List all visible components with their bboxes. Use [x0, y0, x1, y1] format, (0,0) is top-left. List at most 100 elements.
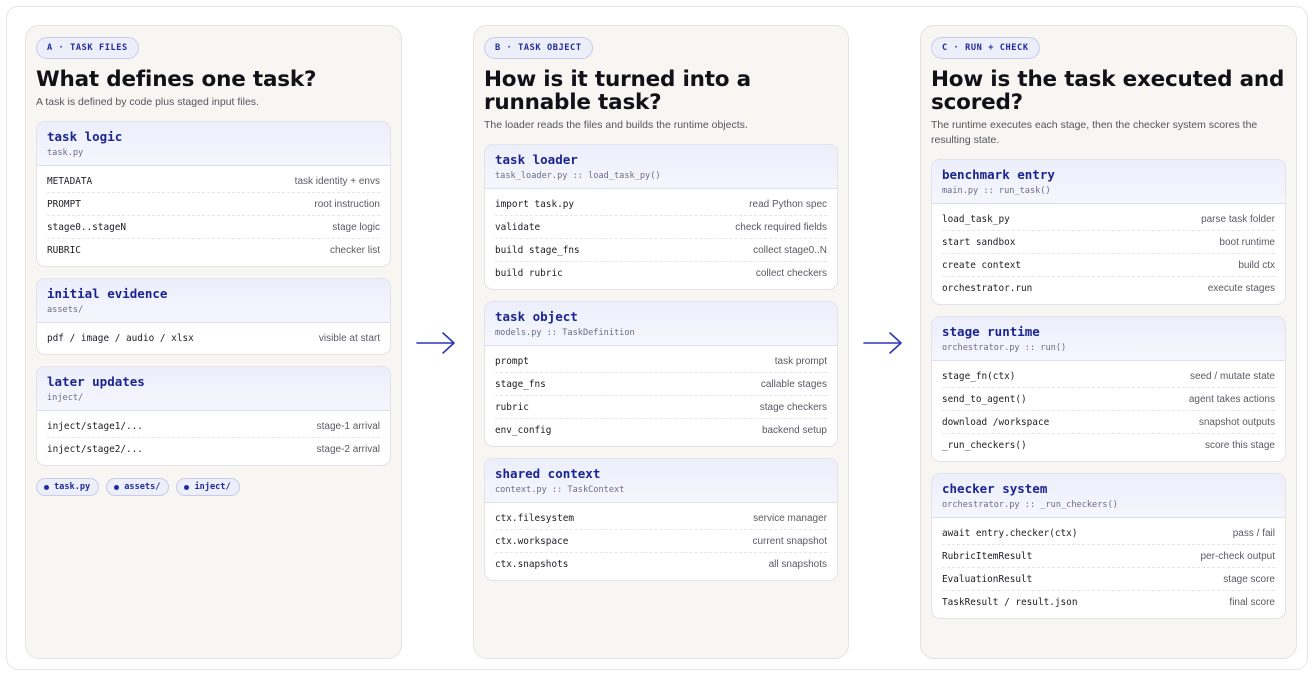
- card-row: import task.py read Python spec: [495, 193, 827, 216]
- row-value: read Python spec: [749, 198, 827, 210]
- card-row: RUBRIC checker list: [47, 239, 380, 262]
- card-file: task.py: [47, 148, 84, 158]
- card-task-loader: task loader task_loader.py :: load_task_…: [484, 144, 838, 290]
- row-value: stage logic: [332, 221, 380, 233]
- row-value: check required fields: [735, 221, 827, 233]
- row-value: current snapshot: [752, 535, 828, 547]
- card-checker-system: checker system orchestrator.py :: _run_c…: [931, 473, 1286, 619]
- row-value: backend setup: [761, 425, 827, 436]
- card-initial-evidence: initial evidence assets/ pdf / image / a…: [36, 278, 391, 355]
- row-value: stage checkers: [759, 401, 827, 413]
- row-key: stage_fns: [495, 378, 546, 390]
- row-value: boot runtime: [1219, 236, 1275, 248]
- card-row: inject/stage2/... stage-2 arrival: [47, 438, 380, 461]
- card-row: await entry.checker(ctx) pass / fail: [942, 522, 1275, 545]
- panel-tag: C · RUN + CHECK: [931, 37, 1040, 59]
- card-row: orchestrator.run execute stages: [942, 277, 1275, 300]
- card-row: create context build ctx: [942, 254, 1275, 277]
- card-header: shared context context.py :: TaskContext: [485, 459, 837, 503]
- card-row: _run_checkers() score this stage: [942, 434, 1275, 457]
- card-row: prompt task prompt: [495, 350, 827, 373]
- card-title: initial evidence: [47, 286, 168, 301]
- row-key: create context: [942, 259, 1022, 271]
- card-row: ctx.workspace current snapshot: [495, 530, 827, 553]
- row-value: execute stages: [1207, 283, 1275, 294]
- card-file: main.py :: run_task(): [942, 186, 1051, 196]
- card-row: stage_fns callable stages: [495, 373, 827, 396]
- card-header: task loader task_loader.py :: load_task_…: [485, 145, 837, 189]
- row-key: rubric: [495, 401, 529, 413]
- card-row: stage0..stageN stage logic: [47, 216, 380, 239]
- row-key: inject/stage2/...: [47, 444, 143, 455]
- card-title: checker system: [942, 481, 1048, 496]
- row-key: EvaluationResult: [942, 573, 1033, 585]
- card-row: rubric stage checkers: [495, 396, 827, 419]
- row-key: ctx.snapshots: [495, 559, 569, 570]
- card-benchmark-entry: benchmark entry main.py :: run_task() lo…: [931, 159, 1286, 305]
- row-key: stage_fn(ctx): [942, 370, 1016, 382]
- panel-subtitle: The loader reads the files and builds th…: [484, 119, 748, 131]
- row-key: env_config: [495, 425, 552, 436]
- panel-subtitle: A task is defined by code plus staged in…: [36, 96, 259, 108]
- card-task-logic: task logic task.py METADATA task identity…: [36, 121, 391, 267]
- row-key: start sandbox: [942, 236, 1016, 248]
- card-title: task loader: [495, 152, 578, 167]
- panel-tag: B · TASK OBJECT: [484, 37, 593, 59]
- row-value: agent takes actions: [1188, 393, 1275, 405]
- row-value: stage-2 arrival: [316, 444, 380, 455]
- card-header: later updates inject/: [37, 367, 390, 411]
- card-row: load_task_py parse task folder: [942, 208, 1275, 231]
- card-row: pdf / image / audio / xlsx visible at sta…: [47, 327, 380, 350]
- card-file: models.py :: TaskDefinition: [495, 328, 635, 338]
- arrow-right-icon: [863, 332, 902, 354]
- row-value: collect stage0..N: [753, 244, 827, 256]
- card-header: initial evidence assets/: [37, 279, 390, 323]
- row-value: seed / mutate state: [1189, 370, 1275, 382]
- row-value: visible at start: [318, 333, 380, 344]
- card-title: benchmark entry: [942, 167, 1055, 182]
- card-file: assets/: [47, 305, 84, 315]
- row-value: task identity + envs: [294, 175, 380, 187]
- card-row: EvaluationResult stage score: [942, 568, 1275, 591]
- chip-task-py: task.py: [36, 478, 100, 496]
- row-value: per-check output: [1200, 550, 1276, 562]
- row-value: parse task folder: [1201, 213, 1275, 225]
- row-value: final score: [1229, 597, 1275, 608]
- file-chips: task.py assets/ inject/: [36, 478, 391, 496]
- panel-task-files: A · TASK FILES What defines one task? A …: [25, 25, 402, 659]
- card-title: shared context: [495, 466, 601, 481]
- row-key: build rubric: [495, 268, 563, 279]
- card-row: inject/stage1/... stage-1 arrival: [47, 415, 380, 438]
- card-row: RubricItemResult per-check output: [942, 545, 1275, 568]
- row-key: pdf / image / audio / xlsx: [47, 333, 194, 344]
- chip-label: inject/: [194, 482, 231, 492]
- row-value: score this stage: [1204, 440, 1275, 451]
- card-header: task object models.py :: TaskDefinition: [485, 302, 837, 346]
- row-key: prompt: [495, 355, 529, 367]
- row-key: RUBRIC: [47, 245, 81, 256]
- card-row: TaskResult / result.json final score: [942, 591, 1275, 614]
- card-row: send_to_agent() agent takes actions: [942, 388, 1275, 411]
- dot-icon: [114, 484, 120, 490]
- row-key: build stage_fns: [495, 244, 580, 256]
- card-row: ctx.filesystem service manager: [495, 507, 827, 530]
- card-row: ctx.snapshots all snapshots: [495, 553, 827, 576]
- panel-run-check: C · RUN + CHECK How is the task executed…: [920, 25, 1297, 659]
- row-key: load_task_py: [942, 213, 1010, 225]
- row-key: TaskResult / result.json: [942, 597, 1078, 608]
- card-file: task_loader.py :: load_task_py(): [495, 171, 661, 181]
- card-later-updates: later updates inject/ inject/stage1/... s…: [36, 366, 391, 466]
- card-row: build stage_fns collect stage0..N: [495, 239, 827, 262]
- panel-title: What defines one task?: [36, 67, 317, 92]
- card-row: build rubric collect checkers: [495, 262, 827, 285]
- row-key: orchestrator.run: [942, 283, 1033, 294]
- chip-inject: inject/: [176, 478, 240, 496]
- chip-assets: assets/: [106, 478, 170, 496]
- card-file: orchestrator.py :: run(): [942, 343, 1067, 353]
- card-title: later updates: [47, 374, 145, 389]
- card-title: stage runtime: [942, 324, 1040, 339]
- row-key: inject/stage1/...: [47, 420, 143, 432]
- card-header: stage runtime orchestrator.py :: run(): [932, 317, 1285, 361]
- row-value: snapshot outputs: [1198, 416, 1275, 428]
- card-row: PROMPT root instruction: [47, 193, 380, 216]
